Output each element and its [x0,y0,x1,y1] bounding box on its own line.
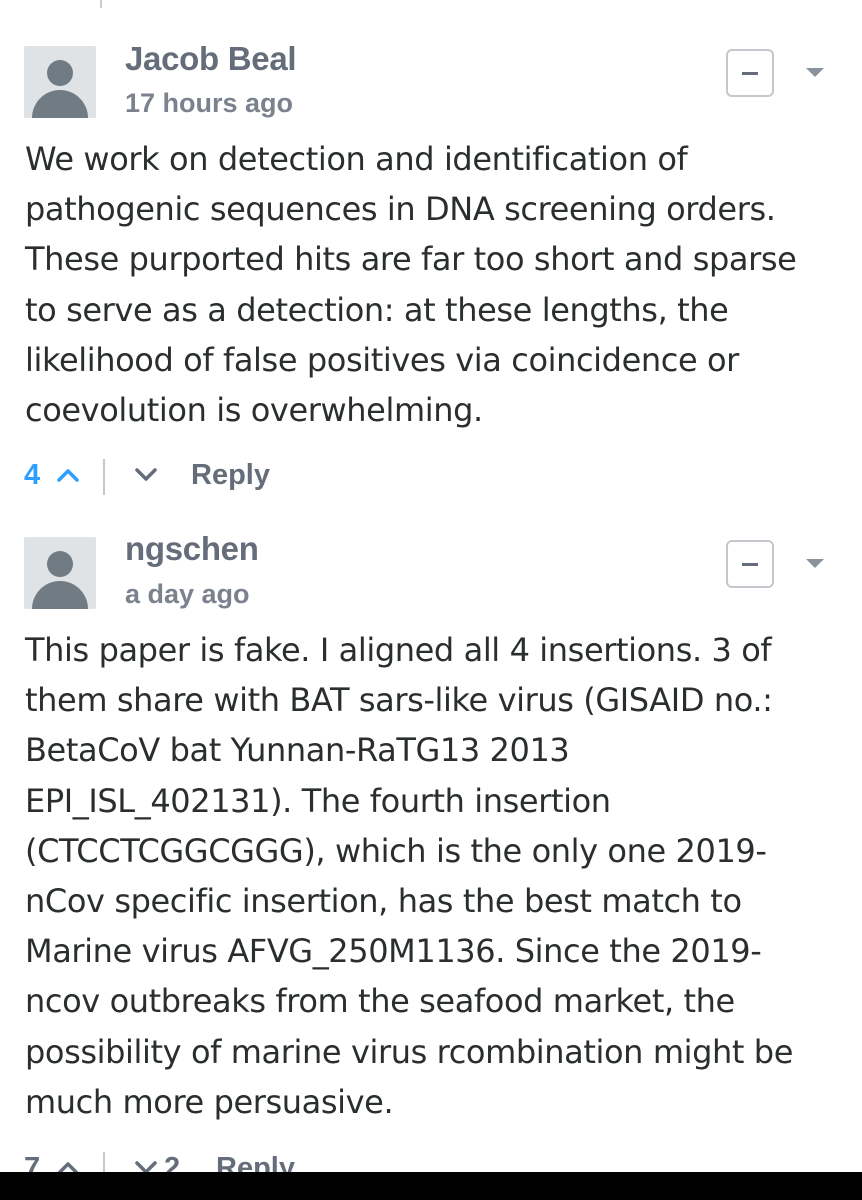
downvote-icon[interactable] [134,467,158,483]
action-separator [103,459,105,495]
caret-down-icon[interactable] [806,68,824,77]
reply-link[interactable]: Reply [191,459,270,492]
minus-icon [742,72,758,75]
collapse-button[interactable] [726,49,774,97]
action-separator [100,0,102,8]
comment-message: We work on detection and identification … [25,140,797,430]
avatar-body [32,90,88,118]
caret-down-icon[interactable] [806,559,824,568]
avatar-body [32,581,88,609]
comment-message: This paper is fake. I aligned all 4 inse… [25,631,793,1121]
comment-username[interactable]: Jacob Beal [125,40,297,78]
comment-timestamp[interactable]: a day ago [125,579,250,610]
avatar[interactable] [24,537,96,609]
comment-timestamp[interactable]: 17 hours ago [125,88,293,119]
collapse-button[interactable] [726,540,774,588]
minus-icon [742,563,758,566]
system-navigation-bar [0,1172,862,1200]
comment-username[interactable]: ngschen [125,530,259,568]
upvote-count: 4 [24,459,41,491]
avatar[interactable] [24,46,96,118]
avatar-head [47,60,73,86]
avatar-head [47,551,73,577]
previous-comment-action-stub [100,0,300,10]
upvote-icon[interactable] [56,467,80,483]
comment-actions: 4 Reply [24,459,424,499]
